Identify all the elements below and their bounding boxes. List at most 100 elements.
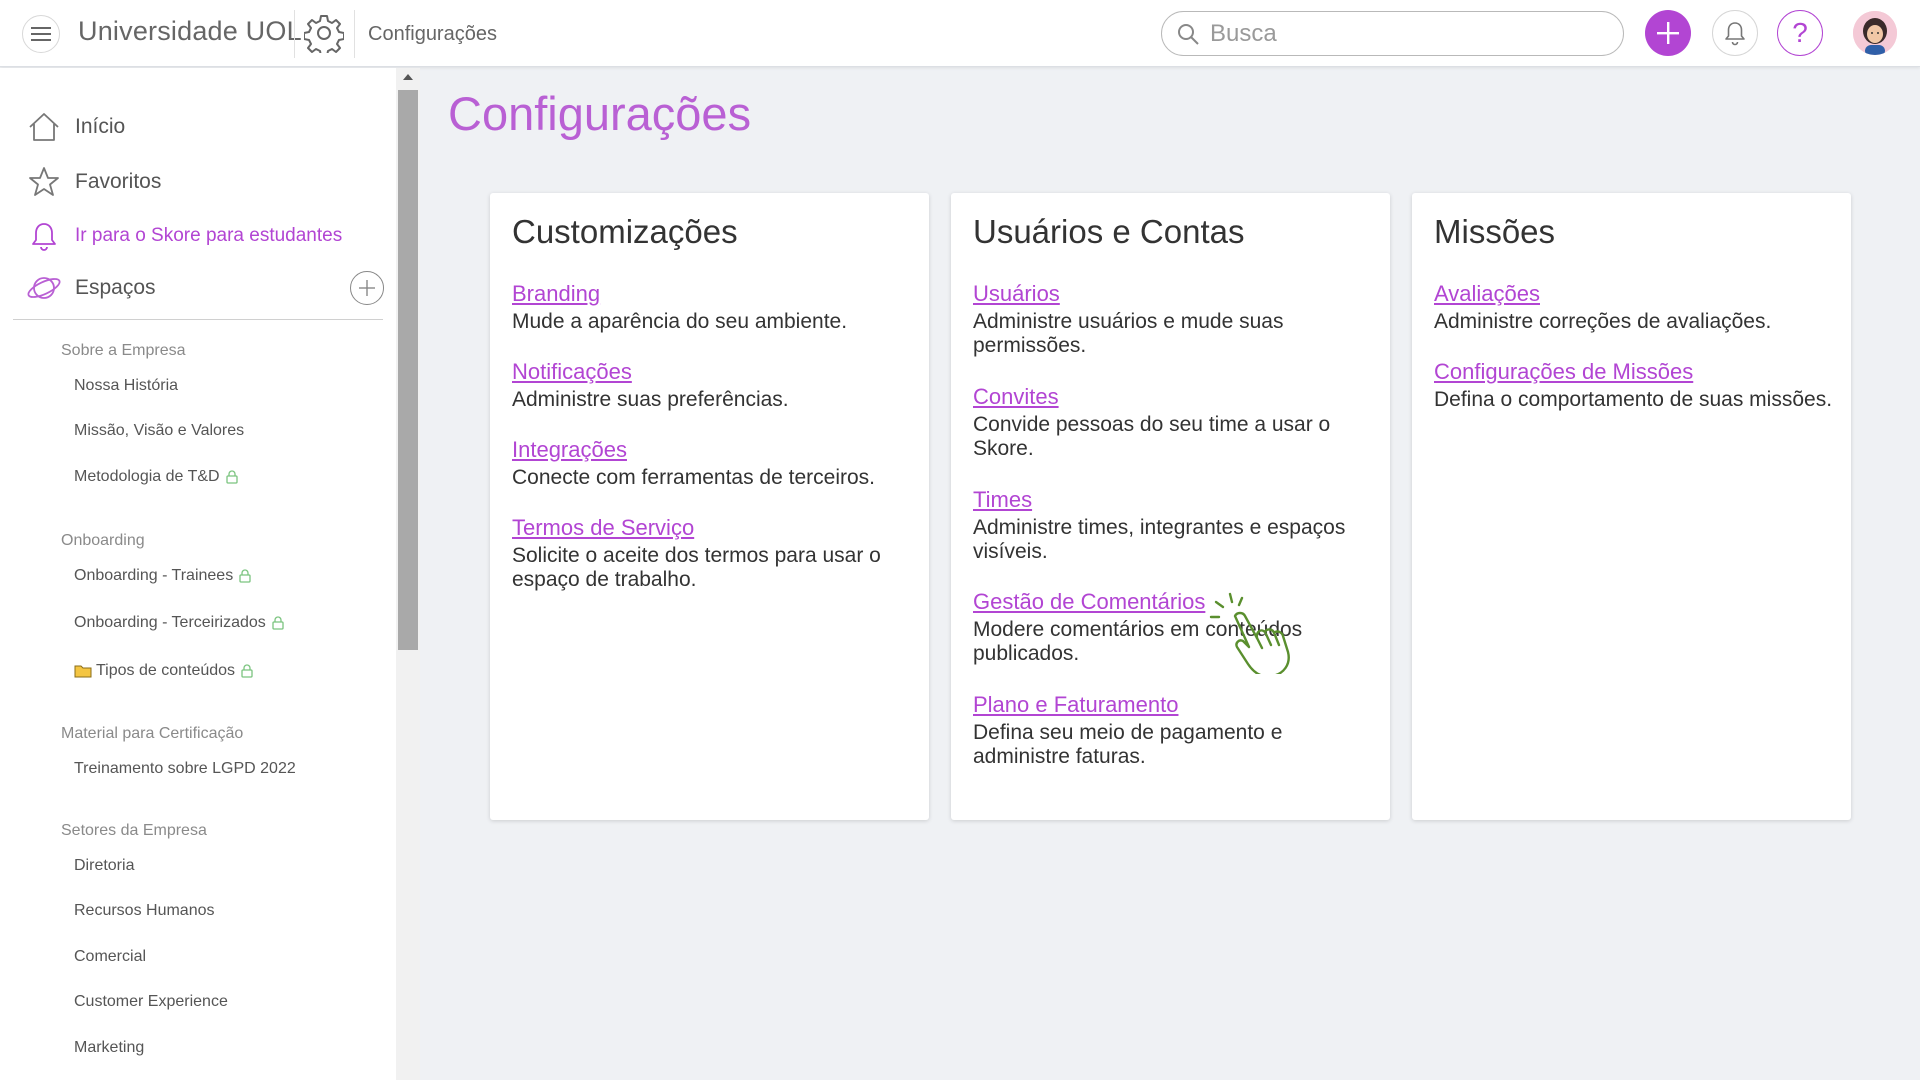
entry-description: Administre usuários e mude suas permissõ… [973, 310, 1284, 357]
settings-entry: Avaliações Administre correções de avali… [1434, 279, 1844, 334]
lock-icon [239, 569, 251, 583]
settings-entry: Configurações de Missões Defina o compor… [1434, 357, 1844, 412]
app-title[interactable]: Universidade UOL [78, 16, 302, 47]
evaluations-link[interactable]: Avaliações [1434, 279, 1844, 309]
folder-icon [74, 664, 92, 678]
space-link-label: Customer Experience [74, 993, 228, 1010]
settings-entry: Convites Convide pessoas do seu time a u… [973, 382, 1383, 461]
space-link-label: Comercial [74, 948, 147, 965]
group-title: Material para Certificação [61, 725, 244, 742]
divider [354, 10, 355, 58]
search-box[interactable] [1161, 11, 1624, 56]
space-link-label: Tipos de conteúdos [96, 662, 236, 679]
help-button[interactable]: ? [1777, 10, 1823, 56]
space-link[interactable]: Onboarding - Trainees [74, 567, 251, 585]
entry-description: Administre correções de avaliações. [1434, 310, 1772, 333]
group-title: Sobre a Empresa [61, 342, 186, 359]
comments-management-link[interactable]: Gestão de Comentários [973, 587, 1383, 617]
space-link-label: Onboarding - Terceirizados [74, 614, 266, 631]
nav-favorites[interactable]: Favoritos [25, 160, 161, 204]
settings-entry: Usuários Administre usuários e mude suas… [973, 279, 1383, 358]
space-link[interactable]: Tipos de conteúdos [74, 662, 253, 680]
scrollbar-thumb[interactable] [398, 90, 418, 650]
nav-spaces[interactable]: Espaços [25, 266, 156, 310]
space-link[interactable]: Nossa História [74, 377, 178, 395]
users-link[interactable]: Usuários [973, 279, 1383, 309]
group-title: Onboarding [61, 532, 145, 549]
settings-entry: Integrações Conecte com ferramentas de t… [512, 435, 922, 490]
search-icon [1178, 23, 1199, 45]
card-title: Missões [1434, 213, 1556, 250]
space-link[interactable]: Treinamento sobre LGPD 2022 [74, 760, 296, 778]
branding-link[interactable]: Branding [512, 279, 922, 309]
entry-description: Administre times, integrantes e espaços … [973, 516, 1346, 563]
scroll-up-arrow-icon[interactable] [403, 74, 413, 80]
space-link[interactable]: Diretoria [74, 857, 134, 875]
space-link[interactable]: Recursos Humanos [74, 902, 215, 920]
entry-description: Modere comentários em conteúdos publicad… [973, 618, 1303, 665]
add-space-button[interactable] [350, 271, 384, 305]
settings-entry: Termos de Serviço Solicite o aceite dos … [512, 513, 922, 592]
notifications-link[interactable]: Notificações [512, 357, 922, 387]
space-link[interactable]: Marketing [74, 1039, 144, 1057]
entry-description: Defina o comportamento de suas missões. [1434, 388, 1833, 411]
plus-icon [1657, 22, 1679, 44]
space-link[interactable]: Missão, Visão e Valores [74, 422, 244, 440]
page-title: Configurações [448, 87, 752, 140]
nav-student-skore[interactable]: Ir para o Skore para estudantes [25, 214, 342, 258]
entry-description: Solicite o aceite dos termos para usar o… [512, 544, 881, 591]
entry-description: Conecte com ferramentas de terceiros. [512, 466, 875, 489]
sidebar: Início Favoritos Ir para o Skore para es… [0, 68, 396, 1080]
lock-icon [225, 470, 238, 484]
lock-icon [241, 664, 253, 678]
space-link[interactable]: Onboarding - Terceirizados [74, 614, 284, 632]
space-link-label: Treinamento sobre LGPD 2022 [74, 760, 296, 777]
hamburger-menu-button[interactable] [22, 15, 60, 53]
star-icon [25, 163, 63, 201]
settings-card-missions: Missões Avaliações Administre correções … [1412, 193, 1851, 820]
settings-card-users-accounts: Usuários e Contas Usuários Administre us… [951, 193, 1390, 820]
settings-card-customizations: Customizações Branding Mude a aparência … [490, 193, 929, 820]
nav-home-label: Início [75, 115, 126, 138]
sidebar-divider [13, 319, 383, 320]
search-input[interactable] [1210, 19, 1590, 48]
invites-link[interactable]: Convites [973, 382, 1383, 412]
nav-student-skore-label: Ir para o Skore para estudantes [75, 225, 343, 246]
bell-icon [25, 217, 63, 255]
settings-button[interactable] [302, 11, 346, 55]
nav-home[interactable]: Início [25, 105, 125, 149]
entry-description: Administre suas preferências. [512, 388, 789, 411]
space-link-label: Marketing [74, 1039, 145, 1056]
integrations-link[interactable]: Integrações [512, 435, 922, 465]
settings-entry: Times Administre times, integrantes e es… [973, 485, 1383, 564]
entry-description: Mude a aparência do seu ambiente. [512, 310, 848, 333]
settings-entry: Plano e Faturamento Defina seu meio de p… [973, 690, 1383, 769]
settings-entry: Gestão de Comentários Modere comentários… [973, 587, 1383, 666]
sidebar-scrollbar[interactable] [396, 68, 420, 1080]
plan-billing-link[interactable]: Plano e Faturamento [973, 690, 1383, 720]
breadcrumb: Configurações [368, 23, 497, 45]
plus-icon [359, 280, 375, 296]
space-link-label: Metodologia de T&D [74, 468, 220, 485]
gear-icon [304, 15, 344, 53]
top-bar: Universidade UOL Configurações ? [0, 0, 1920, 67]
nav-favorites-label: Favoritos [75, 170, 162, 193]
space-link-label: Nossa História [74, 377, 179, 394]
notifications-button[interactable] [1712, 10, 1758, 56]
question-icon: ? [1792, 17, 1808, 48]
user-avatar[interactable] [1853, 11, 1897, 55]
planet-icon [25, 269, 63, 307]
lock-icon [272, 616, 284, 630]
space-link[interactable]: Comercial [74, 948, 146, 966]
space-link-label: Onboarding - Trainees [74, 567, 234, 584]
teams-link[interactable]: Times [973, 485, 1383, 515]
avatar-image [1853, 11, 1897, 55]
entry-description: Defina seu meio de pagamento e administr… [973, 721, 1283, 768]
space-link[interactable]: Customer Experience [74, 993, 228, 1011]
card-title: Customizações [512, 213, 738, 250]
mission-settings-link[interactable]: Configurações de Missões [1434, 357, 1844, 387]
settings-entry: Branding Mude a aparência do seu ambient… [512, 279, 922, 334]
terms-of-service-link[interactable]: Termos de Serviço [512, 513, 922, 543]
create-button[interactable] [1645, 10, 1691, 56]
space-link[interactable]: Metodologia de T&D [74, 468, 238, 486]
